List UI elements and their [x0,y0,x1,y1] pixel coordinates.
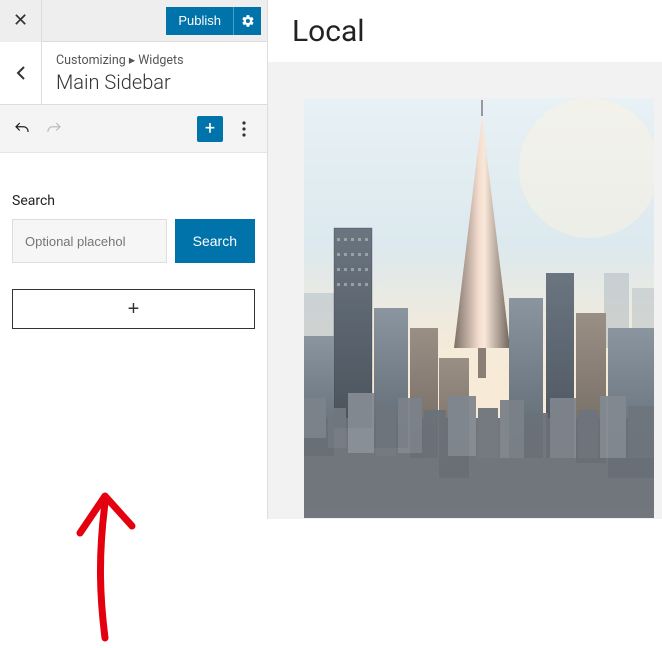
close-icon: ✕ [13,10,28,31]
preview-panel: Local [268,0,662,519]
customizer-topbar: ✕ Publish [0,0,267,42]
add-block-button[interactable]: + [197,116,223,142]
hero-image [304,98,654,518]
search-widget-row: Search [12,219,255,263]
plus-icon: + [205,118,215,139]
publish-button[interactable]: Publish [166,7,233,35]
preview-body [268,62,662,519]
plus-icon: + [128,298,140,321]
search-submit-button[interactable]: Search [175,219,255,263]
redo-button[interactable] [42,117,66,141]
more-options-button[interactable] [231,116,257,142]
site-title: Local [292,14,365,49]
search-placeholder-input[interactable] [12,219,167,263]
add-block-appender[interactable]: + [12,289,255,329]
search-widget-label: Search [12,193,255,209]
chevron-left-icon [16,65,26,81]
publish-settings-button[interactable] [233,7,261,35]
block-editor-toolbar: + [0,105,267,153]
breadcrumb-path: Customizing ▸ Widgets [56,52,184,68]
panel-title: Main Sidebar [56,70,184,94]
publish-group: Publish [166,7,261,35]
customizer-panel: ✕ Publish Customizing ▸ Widgets Main Sid… [0,0,268,519]
undo-icon [13,120,31,138]
breadcrumb: Customizing ▸ Widgets Main Sidebar [42,42,198,104]
gear-icon [241,14,255,28]
widget-area: Search Search + [0,153,267,519]
redo-icon [45,120,63,138]
undo-button[interactable] [10,117,34,141]
close-button[interactable]: ✕ [0,0,42,42]
preview-header: Local [268,0,662,62]
breadcrumb-row: Customizing ▸ Widgets Main Sidebar [0,42,267,105]
dots-vertical-icon [242,121,246,137]
back-button[interactable] [0,42,42,104]
app-root: ✕ Publish Customizing ▸ Widgets Main Sid… [0,0,662,519]
annotation-arrow-icon [50,488,170,648]
